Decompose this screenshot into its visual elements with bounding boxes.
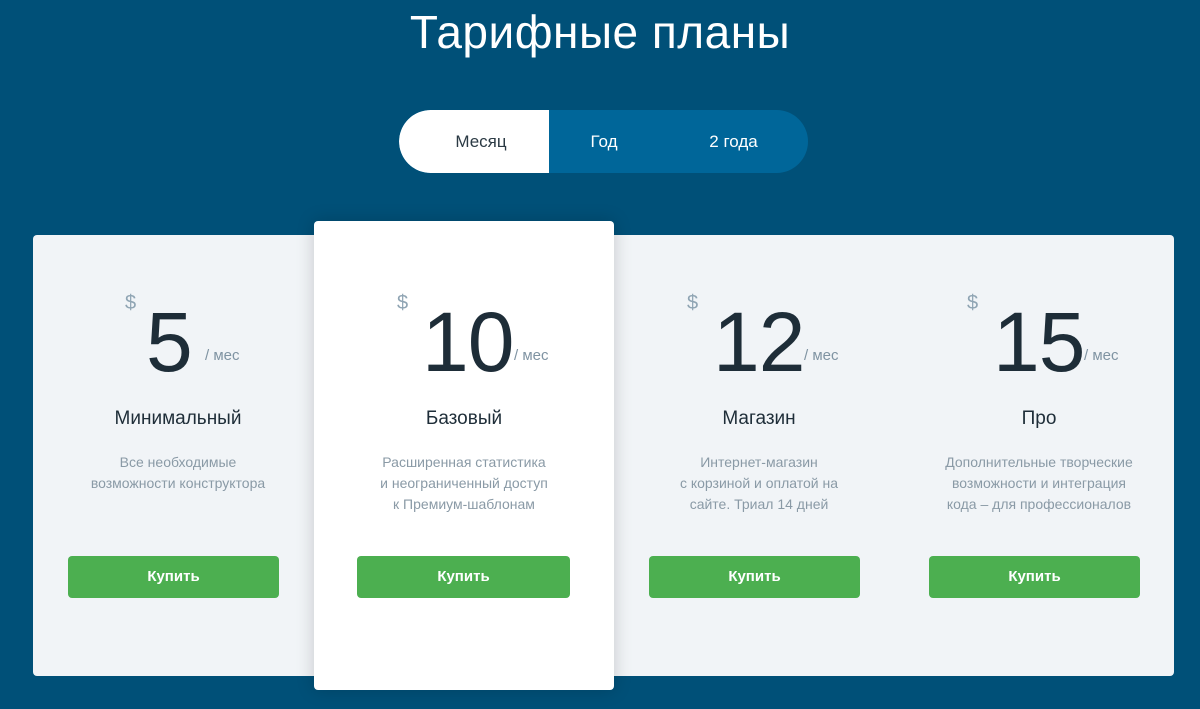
plan-name: Магазин [722,408,796,429]
billing-period-switch: Месяц Год 2 года [399,110,808,173]
tab-two-years-label: 2 года [709,132,758,151]
description-line: Дополнительные творческие [945,454,1133,470]
price-block: $ 10 / мес [314,290,614,384]
tab-month[interactable]: Месяц [399,110,549,173]
description-line: возможности и интеграция [952,475,1126,491]
plan-card-basic: $ 10 / мес Базовый Расширенная статистик… [314,221,614,690]
page-title: Тарифные планы [409,6,791,58]
description-line: с корзиной и оплатой на [679,475,839,491]
plan-name: Базовый [425,408,503,429]
buy-button-basic[interactable]: Купить [357,556,570,598]
buy-button-pro[interactable]: Купить [929,556,1140,598]
price-block: $ 5 / мес [33,290,323,384]
plan-card-minimal: $ 5 / мес Минимальный Все необходимые во… [33,235,323,676]
price-block: $ 15 / мес [894,290,1184,384]
price-period: / мес [205,347,240,364]
price-amount: 12 [713,295,805,389]
description-line: Все необходимые [119,454,237,470]
tab-year[interactable]: Год [549,110,659,173]
currency-symbol: $ [125,292,137,314]
plan-description: Расширенная статистика и неограниченный … [329,452,599,515]
price-amount: 10 [422,295,514,389]
description-line: кода – для профессионалов [946,496,1132,512]
price-block: $ 12 / мес [614,290,904,384]
price-period: / мес [514,347,549,364]
plan-name: Про [1021,408,1057,429]
description-line: Расширенная статистика [382,454,546,470]
description-line: Интернет-магазин [700,454,818,470]
tab-two-years[interactable]: 2 года [659,110,808,173]
plan-description: Дополнительные творческие возможности и … [909,452,1169,515]
plan-description: Все необходимые возможности конструктора [48,452,308,494]
plan-card-shop: $ 12 / мес Магазин Интернет-магазин с ко… [614,235,904,676]
price-amount: 5 [146,295,193,389]
description-line: к Премиум-шаблонам [393,496,535,512]
description-line: и неограниченный доступ [380,475,548,491]
tab-year-label: Год [590,132,618,151]
buy-button-shop[interactable]: Купить [649,556,860,598]
price-period: / мес [1084,347,1119,364]
currency-symbol: $ [397,292,409,314]
plan-card-pro: $ 15 / мес Про Дополнительные творческие… [894,235,1184,676]
currency-symbol: $ [687,292,699,314]
price-amount: 15 [993,295,1085,389]
buy-button-minimal[interactable]: Купить [68,556,279,598]
tab-month-label: Месяц [455,132,507,151]
description-line: сайте. Триал 14 дней [689,496,829,512]
currency-symbol: $ [967,292,979,314]
plan-name: Минимальный [114,408,242,429]
description-line: возможности конструктора [90,475,266,491]
price-period: / мес [804,347,839,364]
plan-description: Интернет-магазин с корзиной и оплатой на… [629,452,889,515]
